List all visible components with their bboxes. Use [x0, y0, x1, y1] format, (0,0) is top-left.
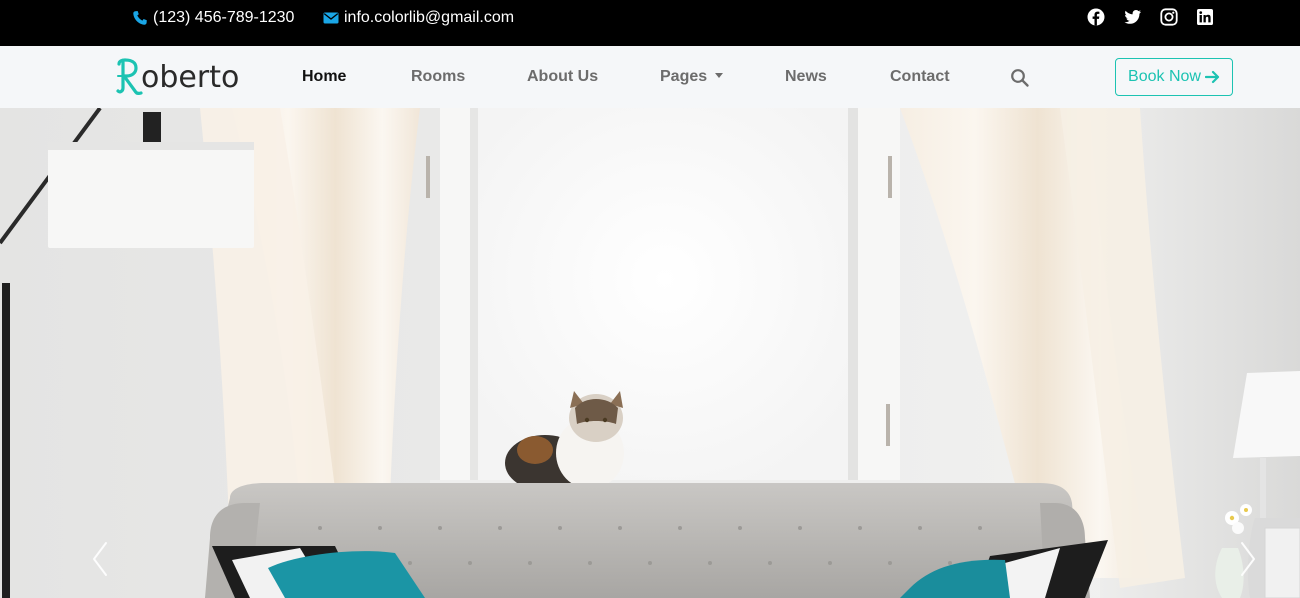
logo-letter [116, 58, 143, 95]
chevron-left-icon [93, 542, 107, 576]
hero-image [0, 108, 1300, 598]
phone-icon [133, 11, 147, 25]
nav-contact[interactable]: Contact [890, 46, 950, 108]
search-icon [1011, 69, 1029, 87]
instagram-icon[interactable] [1160, 8, 1178, 26]
nav-pages-label: Pages [660, 68, 708, 85]
search-button[interactable] [1010, 68, 1030, 88]
twitter-icon[interactable] [1124, 8, 1142, 26]
nav-home[interactable]: Home [302, 46, 346, 108]
slider-prev-button[interactable] [90, 541, 110, 577]
arrow-right-icon [1204, 70, 1220, 84]
main-navbar: oberto Home Rooms About Us Pages News Co… [0, 46, 1300, 108]
phone-number: (123) 456-789-1230 [153, 9, 295, 26]
envelope-icon [323, 12, 339, 24]
nav-pages-dropdown[interactable]: Pages [660, 46, 724, 108]
chevron-right-icon [1241, 542, 1255, 576]
hero-slider [0, 108, 1300, 598]
brand-logo[interactable]: oberto [115, 54, 239, 100]
facebook-icon[interactable] [1087, 8, 1105, 26]
top-bar: (123) 456-789-1230 info.colorlib@gmail.c… [0, 0, 1300, 46]
nav-rooms[interactable]: Rooms [411, 46, 465, 108]
slider-next-button[interactable] [1238, 541, 1258, 577]
brand-name: oberto [141, 59, 240, 95]
caret-down-icon [715, 73, 724, 79]
nav-about-us[interactable]: About Us [527, 46, 598, 108]
email-address: info.colorlib@gmail.com [344, 9, 515, 26]
book-now-button[interactable]: Book Now [1115, 58, 1233, 96]
phone-link[interactable]: (123) 456-789-1230 [132, 0, 294, 36]
linkedin-icon[interactable] [1196, 8, 1214, 26]
book-now-label: Book Now [1128, 68, 1201, 85]
email-link[interactable]: info.colorlib@gmail.com [323, 0, 514, 36]
nav-news[interactable]: News [785, 46, 827, 108]
